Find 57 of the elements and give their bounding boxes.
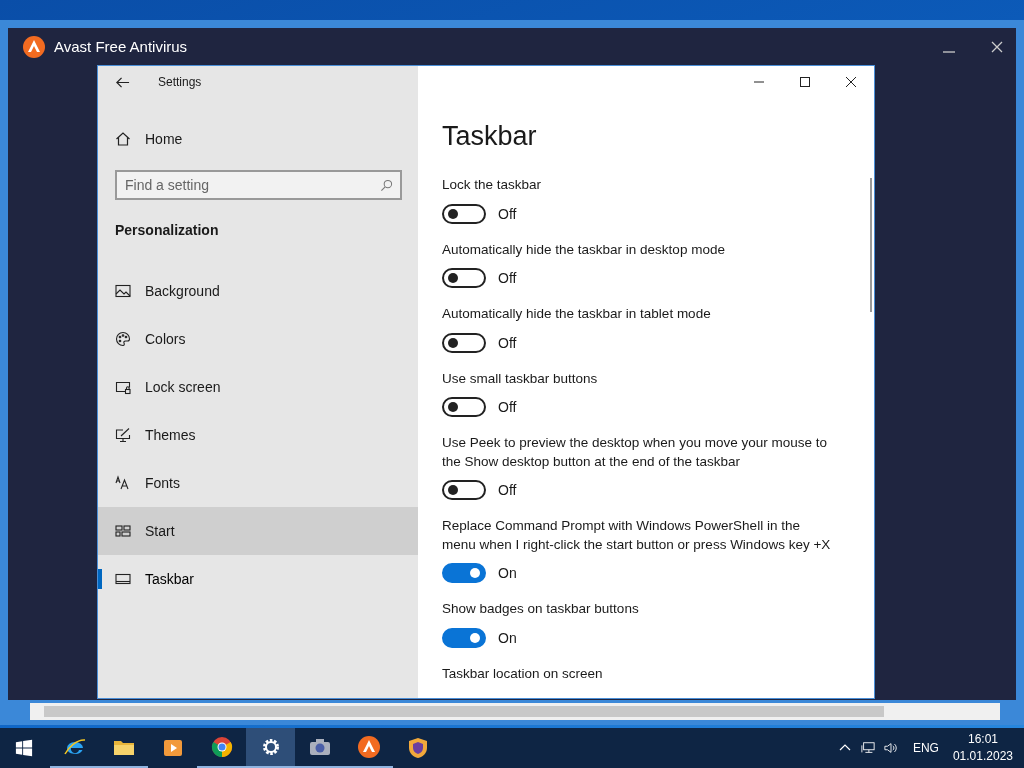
maximize-icon[interactable] [799, 76, 811, 88]
toggle-switch[interactable] [442, 397, 486, 417]
clock-date[interactable]: 01.01.2023 [952, 748, 1013, 765]
setting-label: Replace Command Prompt with Windows PowerShell in the menu when I right-click the start button or press Windows key +X [442, 517, 832, 554]
scrollbar[interactable] [30, 703, 1000, 720]
picture-frame-icon [115, 283, 131, 299]
scrollbar-thumb[interactable] [870, 178, 872, 312]
home-nav-item[interactable]: Home [98, 115, 418, 163]
font-icon [115, 475, 131, 491]
nav-item[interactable]: Colors [98, 315, 418, 363]
toggle-state: Off [498, 482, 517, 498]
nav-item[interactable]: Lock screen [98, 363, 418, 411]
toggle-state: Off [498, 205, 517, 222]
setting-label: Show badges on taskbar buttons [442, 600, 640, 618]
search-field[interactable]: Find a setting [115, 170, 402, 200]
toggle-switch[interactable] [442, 332, 486, 353]
toggle-switch[interactable] [442, 563, 486, 583]
toggle-switch[interactable] [442, 627, 486, 648]
tiles-icon [115, 523, 131, 539]
toggle-switch[interactable] [442, 268, 486, 288]
nav-item[interactable]: Start [98, 507, 418, 555]
taskbar-icon [115, 571, 131, 587]
setting-label: Automatically hide the taskbar in desktop mode [442, 240, 726, 259]
brush-icon [115, 427, 131, 443]
setting-heading: Taskbar location on screen [442, 664, 604, 683]
start-icon[interactable] [15, 739, 33, 757]
toggle-state: Off [498, 270, 517, 286]
settings-icon[interactable] [246, 728, 295, 768]
toggle-switch[interactable] [442, 480, 486, 500]
toggle-state: Off [498, 334, 517, 351]
nav-item[interactable]: Fonts [98, 459, 418, 507]
search-icon [380, 179, 393, 192]
selection-indicator [98, 569, 102, 589]
app-title: Settings [158, 75, 202, 89]
setting-label: Use small taskbar buttons [442, 369, 599, 388]
palette-icon [115, 331, 131, 347]
home-icon [115, 131, 131, 147]
page-title: Taskbar [442, 121, 538, 153]
section-heading: Personalization [114, 222, 220, 240]
toggle-state: On [498, 629, 517, 646]
volume-icon[interactable] [883, 741, 898, 755]
window-title: Avast Free Antivirus [54, 38, 188, 55]
nav-item[interactable]: Background [98, 267, 418, 315]
clock-time[interactable]: 16:01 [967, 731, 998, 748]
setting-label: Use Peek to preview the desktop when you move your mouse to the Show desktop button at the end of the taskbar [442, 434, 828, 471]
toggle-state: On [498, 565, 517, 581]
language-indicator[interactable]: ENG [912, 741, 939, 755]
setting-label: Lock the taskbar [442, 176, 543, 194]
network-icon[interactable] [860, 741, 875, 755]
toggle-state: Off [498, 399, 517, 415]
setting-label: Automatically hide the taskbar in tablet mode [442, 305, 712, 323]
toggle-switch[interactable] [442, 203, 486, 224]
close-icon[interactable] [845, 76, 857, 88]
nav-item[interactable]: Themes [98, 411, 418, 459]
nav-item[interactable]: Taskbar [98, 555, 418, 603]
lock-screen-icon [115, 379, 131, 395]
logo-icon [22, 34, 46, 59]
